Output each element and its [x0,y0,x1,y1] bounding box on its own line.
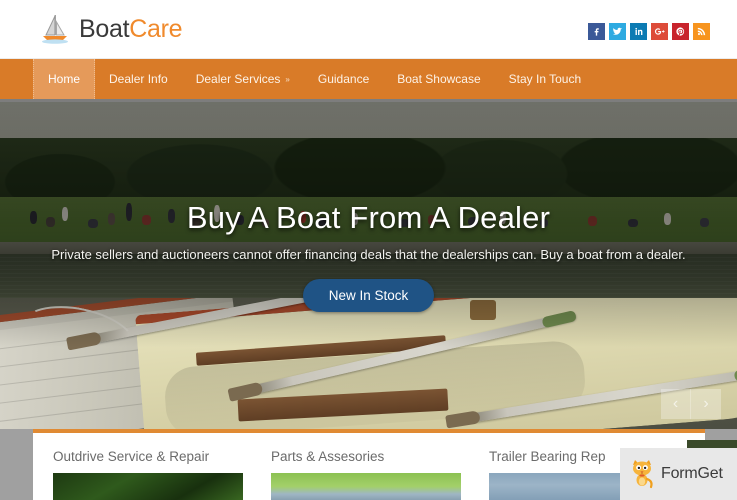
slider-next-button[interactable]: › [691,389,721,419]
nav-label: Guidance [317,72,370,86]
service-title: Parts & Assesories [271,449,385,464]
site-logo[interactable]: BoatCare [38,12,183,46]
nav-label: Home [48,72,81,86]
social-link-rss[interactable] [693,23,710,40]
watermark-top-bar [687,440,737,448]
nav-item-dealer-info[interactable]: Dealer Info [95,59,182,99]
pinterest-icon [676,27,685,36]
logo-text-primary: Boat [79,14,130,43]
social-link-facebook[interactable] [588,23,605,40]
nav-label: Stay In Touch [508,72,582,86]
service-column-outdrive: Outdrive Service & Repair [53,449,271,500]
logo-text-accent: Care [129,14,183,43]
nav-label: Dealer Info [109,72,168,86]
cat-mascot-icon [633,460,653,489]
formget-watermark: FormGet [620,440,737,500]
service-column-parts: Parts & Assesories [271,449,489,500]
chevron-down-icon: » [285,74,290,84]
watermark-label: FormGet [661,465,723,482]
service-thumbnail[interactable] [53,473,243,500]
nav-item-guidance[interactable]: Guidance [304,59,383,99]
rss-icon [697,27,706,36]
site-header: BoatCare [0,0,737,59]
hero-title: Buy A Boat From A Dealer [186,200,551,235]
nav-items: Home Dealer Info Dealer Services » Guida… [33,59,595,99]
logo-text: BoatCare [79,14,183,44]
linkedin-icon [635,27,643,35]
social-link-linkedin[interactable] [630,23,647,40]
hero-boats [0,298,737,429]
nav-item-home[interactable]: Home [33,59,96,99]
page-root: BoatCare Home Dealer Info Dealer Service… [0,0,737,500]
nav-item-stay-in-touch[interactable]: Stay In Touch [495,59,596,99]
twitter-icon [612,27,623,35]
nav-item-dealer-services[interactable]: Dealer Services » [182,59,304,99]
slider-prev-button[interactable]: ‹ [661,389,691,419]
services-section: Outdrive Service & Repair Parts & Asseso… [33,429,705,500]
slider-controls: ‹ › [661,389,721,419]
new-in-stock-button[interactable]: New In Stock [302,279,435,312]
social-link-pinterest[interactable] [672,23,689,40]
nav-label: Boat Showcase [397,72,481,86]
hero-slider: Buy A Boat From A Dealer Private sellers… [0,102,737,429]
google-plus-icon [654,28,665,35]
hero-subtitle: Private sellers and auctioneers cannot o… [51,247,686,262]
social-links [588,23,710,40]
nav-item-boat-showcase[interactable]: Boat Showcase [383,59,494,99]
social-link-twitter[interactable] [609,23,626,40]
nav-label: Dealer Services [195,72,281,86]
social-link-google-plus[interactable] [651,23,668,40]
service-title: Outdrive Service & Repair [53,449,210,464]
services-columns: Outdrive Service & Repair Parts & Asseso… [33,433,705,500]
main-navigation: Home Dealer Info Dealer Services » Guida… [0,59,737,102]
hero-copy: Buy A Boat From A Dealer Private sellers… [0,200,737,312]
facebook-icon [594,28,599,36]
sailboat-icon [42,15,68,44]
service-thumbnail[interactable] [271,473,461,500]
